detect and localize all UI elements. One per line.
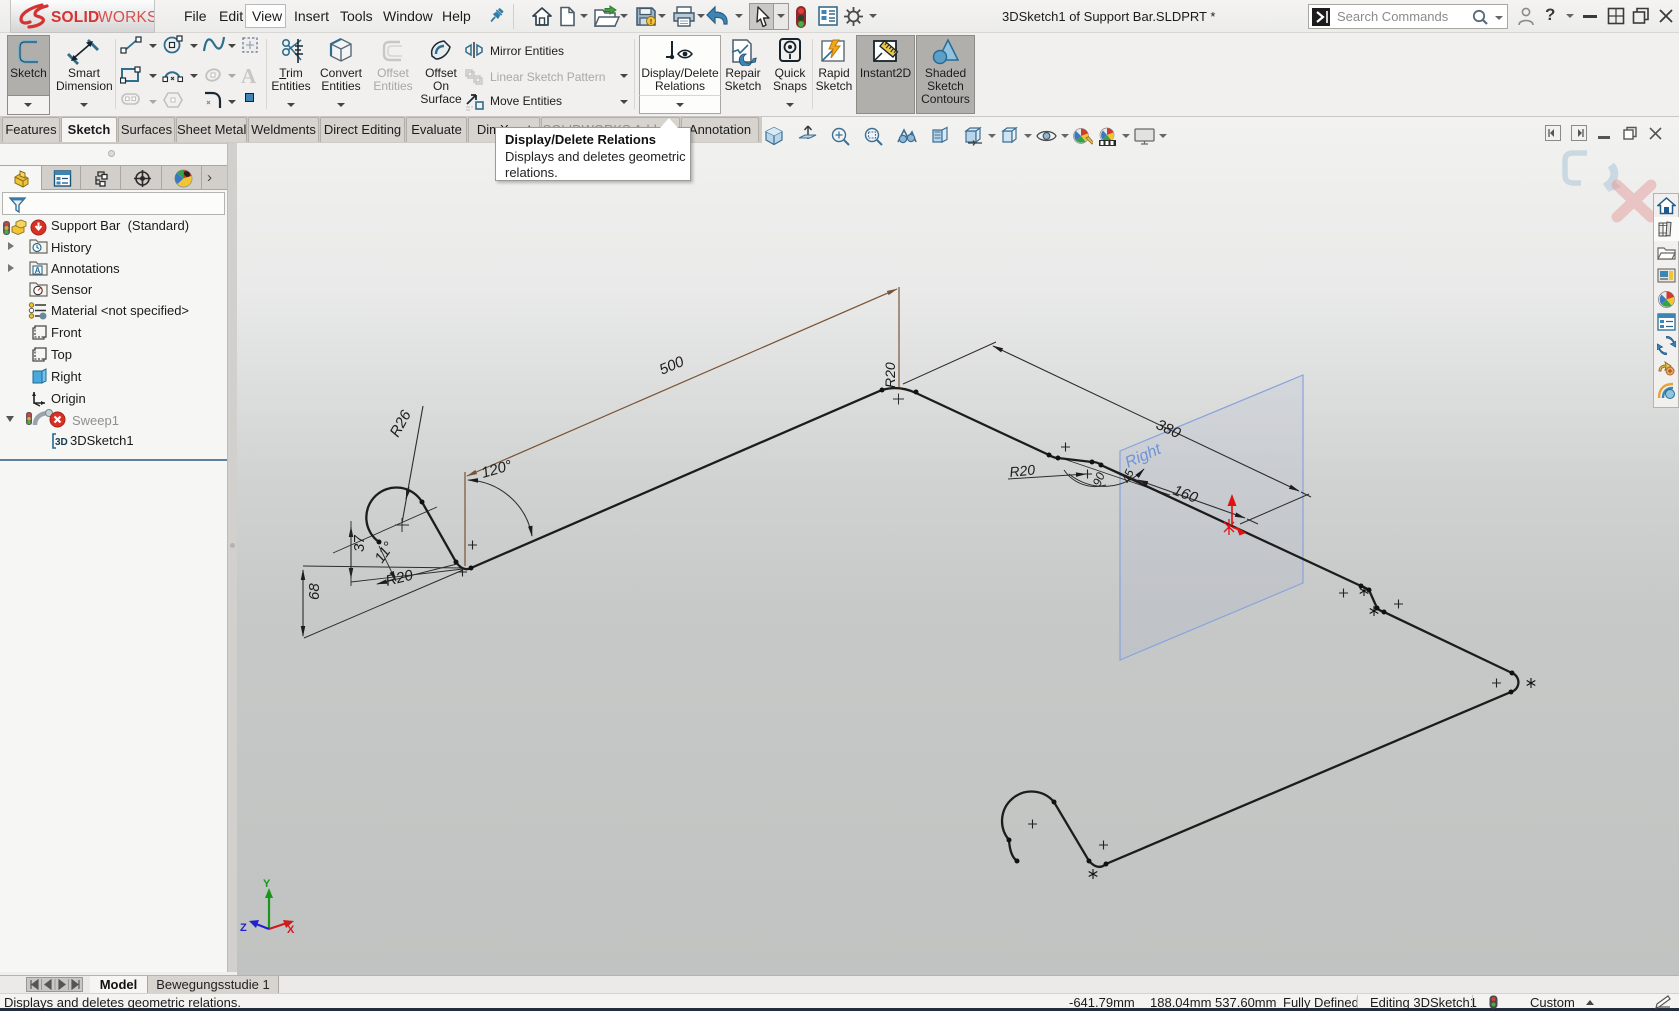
svg-text:!: ! bbox=[650, 17, 653, 26]
svg-text:WORKS: WORKS bbox=[98, 9, 154, 26]
svg-text:R20: R20 bbox=[882, 362, 898, 388]
svg-text:X: X bbox=[287, 924, 295, 936]
svg-text:500: 500 bbox=[657, 353, 687, 379]
svg-text:Z: Z bbox=[240, 922, 247, 934]
svg-text:A: A bbox=[35, 266, 41, 275]
svg-text:R26: R26 bbox=[387, 407, 416, 440]
svg-text:11°: 11° bbox=[371, 539, 397, 566]
svg-text:R20: R20 bbox=[384, 567, 415, 590]
svg-text:SOLID: SOLID bbox=[51, 9, 99, 26]
svg-text:3D: 3D bbox=[55, 437, 68, 448]
svg-text:Y: Y bbox=[263, 878, 271, 890]
svg-text:R20: R20 bbox=[1009, 461, 1036, 480]
svg-text:120°: 120° bbox=[479, 457, 514, 482]
svg-text:68: 68 bbox=[306, 583, 323, 600]
svg-text:37: 37 bbox=[351, 535, 368, 552]
